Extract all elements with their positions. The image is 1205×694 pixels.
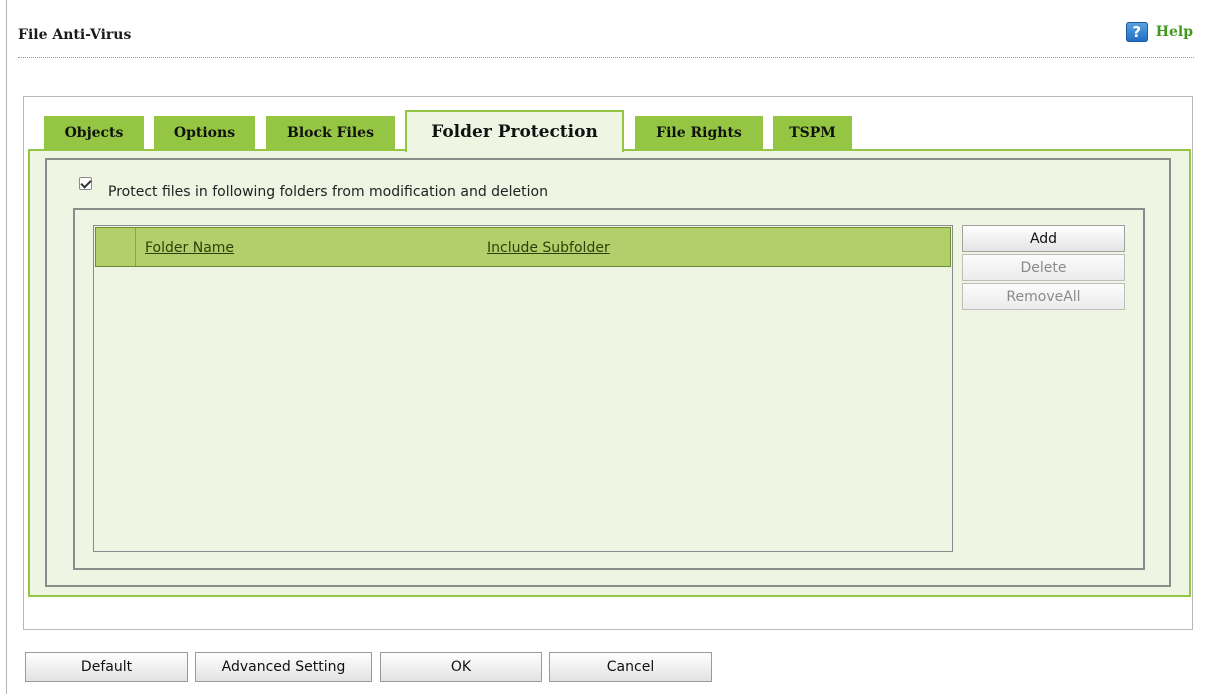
advanced-setting-button[interactable]: Advanced Setting [195, 652, 372, 682]
tab-folder-protection[interactable]: Folder Protection [405, 110, 624, 152]
cancel-button[interactable]: Cancel [549, 652, 712, 682]
tab-file-rights[interactable]: File Rights [635, 116, 763, 150]
page-title: File Anti-Virus [18, 27, 132, 43]
folder-table: Folder Name Include Subfolder [93, 225, 953, 552]
column-folder-name[interactable]: Folder Name [145, 240, 234, 256]
table-header: Folder Name Include Subfolder [95, 227, 951, 267]
window-left-border [6, 0, 7, 694]
tab-options[interactable]: Options [154, 116, 255, 150]
select-column-header[interactable] [96, 228, 136, 266]
add-button[interactable]: Add [962, 225, 1125, 252]
tab-block-files[interactable]: Block Files [266, 116, 395, 150]
default-button[interactable]: Default [25, 652, 188, 682]
ok-button[interactable]: OK [380, 652, 542, 682]
tab-objects[interactable]: Objects [44, 116, 144, 150]
remove-all-button[interactable]: RemoveAll [962, 283, 1125, 310]
help-icon[interactable]: ? [1125, 22, 1148, 42]
protect-files-label: Protect files in following folders from … [108, 184, 548, 200]
tab-tspm[interactable]: TSPM [773, 116, 852, 150]
column-include-subfolder[interactable]: Include Subfolder [487, 240, 610, 256]
delete-button[interactable]: Delete [962, 254, 1125, 281]
help-link[interactable]: ? Help [1125, 22, 1193, 42]
protect-files-checkbox[interactable] [79, 177, 92, 190]
help-label[interactable]: Help [1156, 24, 1193, 40]
title-divider [18, 57, 1194, 58]
